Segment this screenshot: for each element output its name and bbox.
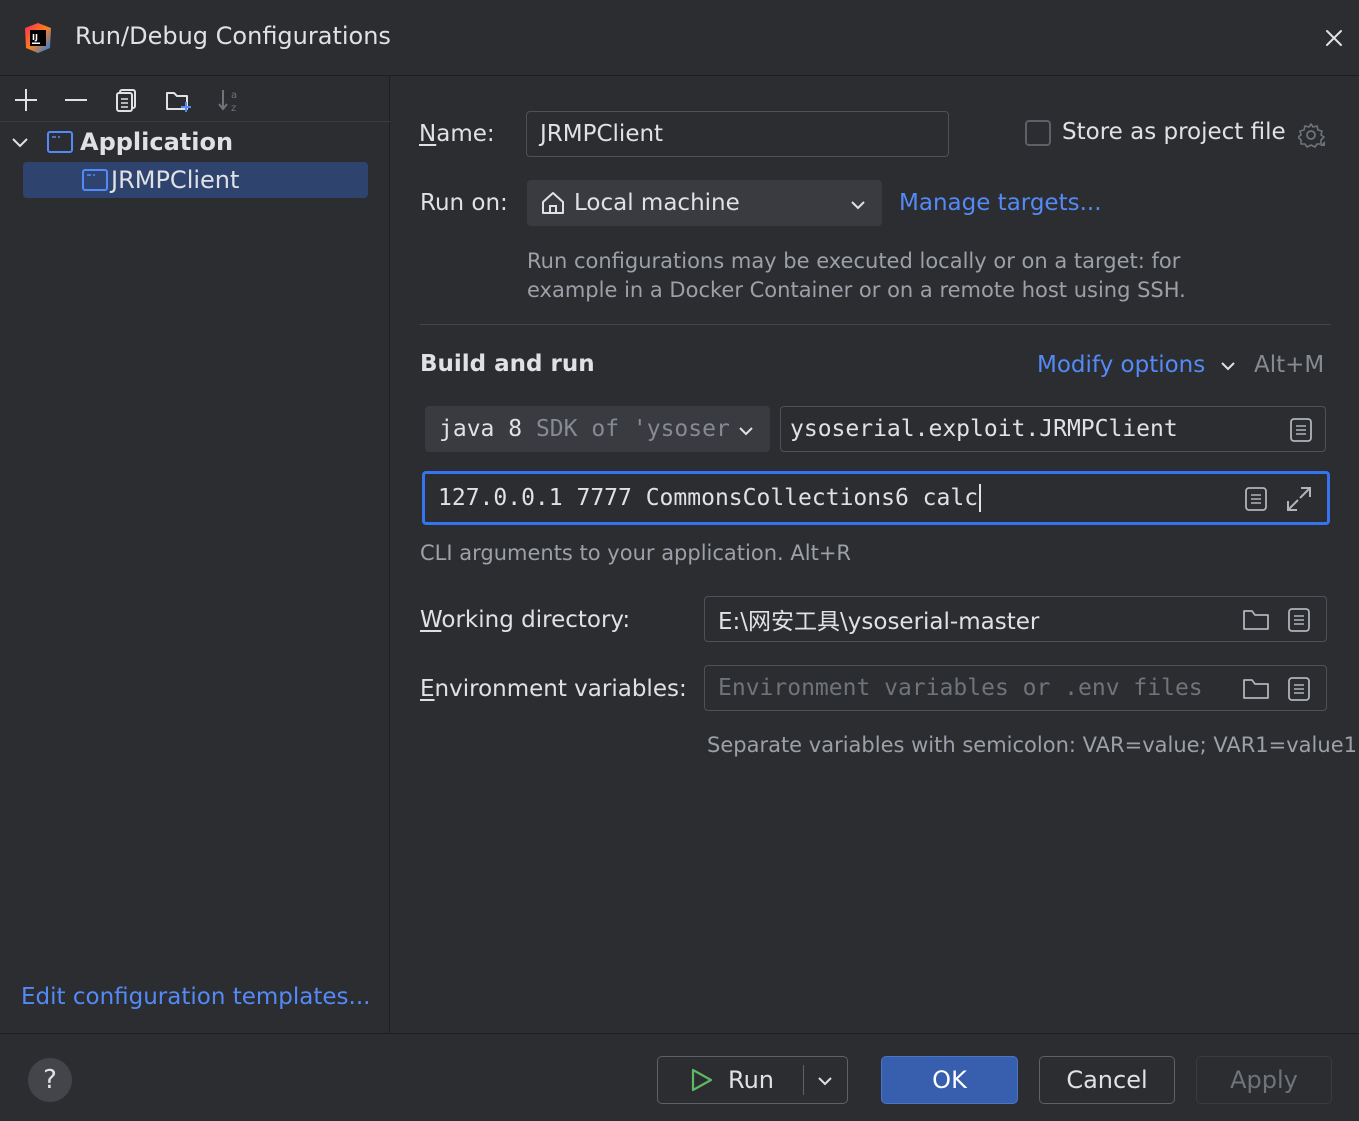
- close-icon[interactable]: [1320, 24, 1348, 52]
- chevron-down-icon: [1220, 361, 1235, 370]
- jdk-secondary: SDK of 'ysoser: [535, 416, 730, 442]
- application-config-icon: [47, 131, 73, 153]
- expand-icon[interactable]: [1285, 485, 1313, 513]
- program-arguments-hint: CLI arguments to your application. Alt+R: [420, 541, 852, 565]
- run-on-label: Run on:: [420, 190, 508, 216]
- text-cursor: [979, 484, 982, 512]
- name-label: Name:: [419, 121, 495, 147]
- program-arguments-input[interactable]: 127.0.0.1 7777 CommonsCollections6 calc: [422, 471, 1330, 525]
- svg-text:a: a: [231, 90, 237, 101]
- modify-options-shortcut: Alt+M: [1254, 352, 1325, 378]
- browse-list-icon[interactable]: [1288, 608, 1310, 632]
- configuration-form: Name: JRMPClient Store as project file R…: [391, 76, 1359, 1033]
- svg-text:IJ: IJ: [32, 33, 38, 42]
- remove-icon[interactable]: [62, 86, 90, 114]
- run-button-divider: [803, 1065, 804, 1095]
- browse-list-icon[interactable]: [1288, 677, 1310, 701]
- folder-icon[interactable]: [1242, 608, 1270, 632]
- jdk-dropdown[interactable]: java 8 SDK of 'ysoser: [425, 406, 770, 452]
- browse-list-icon[interactable]: [1245, 487, 1267, 511]
- copy-icon[interactable]: [113, 86, 141, 114]
- run-on-value: Local machine: [574, 190, 740, 216]
- sidebar-toolbar: a z: [0, 76, 390, 122]
- environment-variables-hint: Separate variables with semicolon: VAR=v…: [707, 733, 1357, 757]
- chevron-down-icon[interactable]: [10, 133, 30, 153]
- window-title: Run/Debug Configurations: [75, 22, 391, 50]
- chevron-down-icon: [851, 201, 865, 210]
- run-on-hint: Run configurations may be executed local…: [527, 249, 1186, 302]
- modify-options-link[interactable]: Modify options: [1037, 352, 1237, 378]
- cancel-button[interactable]: Cancel: [1039, 1056, 1175, 1104]
- run-icon: [691, 1068, 713, 1092]
- working-directory-label: Working directory:: [420, 607, 631, 633]
- edit-configuration-templates-link[interactable]: Edit configuration templates...: [21, 984, 370, 1010]
- help-button[interactable]: ?: [28, 1058, 72, 1102]
- new-folder-icon[interactable]: [165, 86, 193, 114]
- build-and-run-title: Build and run: [420, 351, 595, 377]
- run-button-label: Run: [728, 1066, 775, 1094]
- tree-item-label: JRMPClient: [111, 166, 240, 194]
- apply-button[interactable]: Apply: [1196, 1056, 1332, 1104]
- configurations-sidebar: a z Application JRMPClient Edit configur…: [0, 76, 390, 1033]
- manage-targets-link[interactable]: Manage targets...: [899, 190, 1102, 216]
- svg-text:z: z: [231, 103, 236, 114]
- environment-variables-input[interactable]: Environment variables or .env files: [704, 665, 1327, 711]
- folder-icon[interactable]: [1242, 677, 1270, 701]
- run-on-dropdown[interactable]: Local machine: [527, 180, 882, 226]
- name-input[interactable]: JRMPClient: [526, 111, 949, 157]
- title-bar: IJ Run/Debug Configurations: [0, 0, 1359, 76]
- tree-group-application[interactable]: Application: [80, 128, 233, 156]
- main-class-input[interactable]: ysoserial.exploit.JRMPClient: [780, 406, 1326, 452]
- working-directory-input[interactable]: E:\网安工具\ysoserial-master: [704, 596, 1327, 642]
- intellij-logo-icon: IJ: [25, 23, 51, 53]
- run-button[interactable]: Run: [657, 1056, 848, 1104]
- chevron-down-icon: [739, 427, 753, 436]
- jdk-value: java 8: [439, 416, 523, 442]
- home-icon: [542, 192, 564, 214]
- add-icon[interactable]: [12, 86, 40, 114]
- dialog-footer: ? Run OK Cancel Apply: [0, 1033, 1359, 1121]
- ok-button[interactable]: OK: [881, 1056, 1018, 1104]
- environment-variables-label: Environment variables:: [420, 676, 687, 702]
- sort-alphabetically-icon[interactable]: a z: [217, 86, 245, 114]
- store-as-project-file-label[interactable]: Store as project file: [1062, 119, 1286, 145]
- browse-list-icon[interactable]: [1290, 418, 1312, 442]
- gear-icon[interactable]: [1298, 122, 1326, 150]
- chevron-down-icon[interactable]: [816, 1072, 834, 1090]
- application-config-icon: [82, 169, 108, 191]
- store-as-project-file-checkbox[interactable]: [1025, 120, 1051, 146]
- separator: [420, 324, 1331, 325]
